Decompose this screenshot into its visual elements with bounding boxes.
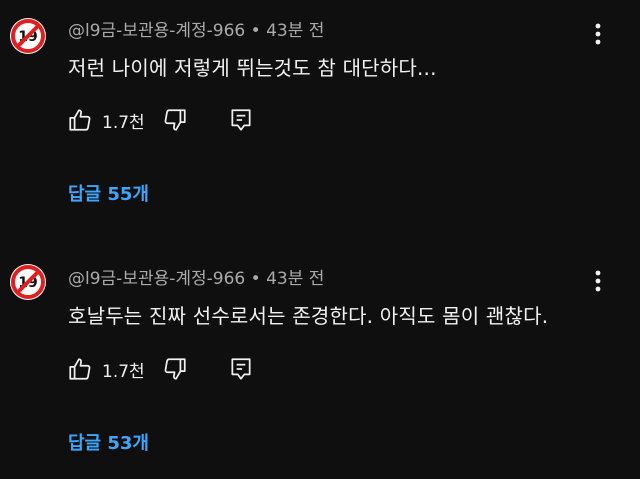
- comment-text: 호날두는 진짜 선수로서는 존경한다. 아직도 몸이 괜찮다.: [68, 304, 549, 328]
- reply-icon: [231, 358, 251, 380]
- more-vert-icon: [595, 270, 601, 292]
- comment-actions: 1.7천: [66, 353, 255, 385]
- view-replies-link[interactable]: 답글 55개: [68, 180, 149, 206]
- dislike-button[interactable]: [161, 106, 189, 134]
- more-options-button[interactable]: [586, 267, 610, 295]
- like-count: 1.7천: [102, 361, 145, 382]
- comment-time: 43분 전: [266, 269, 325, 289]
- thumb-down-icon: [164, 358, 186, 380]
- more-options-button[interactable]: [586, 20, 610, 48]
- comment-time: 43분 전: [266, 21, 325, 41]
- reply-button[interactable]: [227, 106, 255, 134]
- comment-meta: @l9금-보관용-계정-966 • 43분 전: [68, 264, 324, 289]
- comment-actions: 1.7천: [66, 104, 255, 136]
- author-name[interactable]: @l9금-보관용-계정-966: [68, 269, 245, 289]
- thumb-up-icon: [69, 358, 91, 380]
- more-vert-icon: [595, 23, 601, 45]
- like-count: 1.7천: [102, 112, 145, 133]
- like-button[interactable]: [66, 355, 94, 383]
- avatar[interactable]: 19: [8, 262, 48, 302]
- like-button[interactable]: [66, 106, 94, 134]
- dislike-button[interactable]: [161, 355, 189, 383]
- no-under-19-badge-icon: 19: [10, 18, 46, 54]
- thumb-down-icon: [164, 109, 186, 131]
- no-under-19-badge-icon: 19: [10, 264, 46, 300]
- author-name[interactable]: @l9금-보관용-계정-966: [68, 21, 245, 41]
- comments-page: 19 @l9금-보관용-계정-966 • 43분 전 저런 나이에 저렇게 뛰는…: [0, 0, 640, 479]
- meta-separator: •: [245, 21, 267, 41]
- thumb-up-icon: [69, 109, 91, 131]
- avatar[interactable]: 19: [8, 16, 48, 56]
- meta-separator: •: [245, 269, 267, 289]
- comment-meta: @l9금-보관용-계정-966 • 43분 전: [68, 16, 324, 41]
- view-replies-link[interactable]: 답글 53개: [68, 429, 149, 455]
- reply-icon: [231, 109, 251, 131]
- reply-button[interactable]: [227, 355, 255, 383]
- comment-text: 저런 나이에 저렇게 뛰는것도 참 대단하다...: [68, 56, 437, 80]
